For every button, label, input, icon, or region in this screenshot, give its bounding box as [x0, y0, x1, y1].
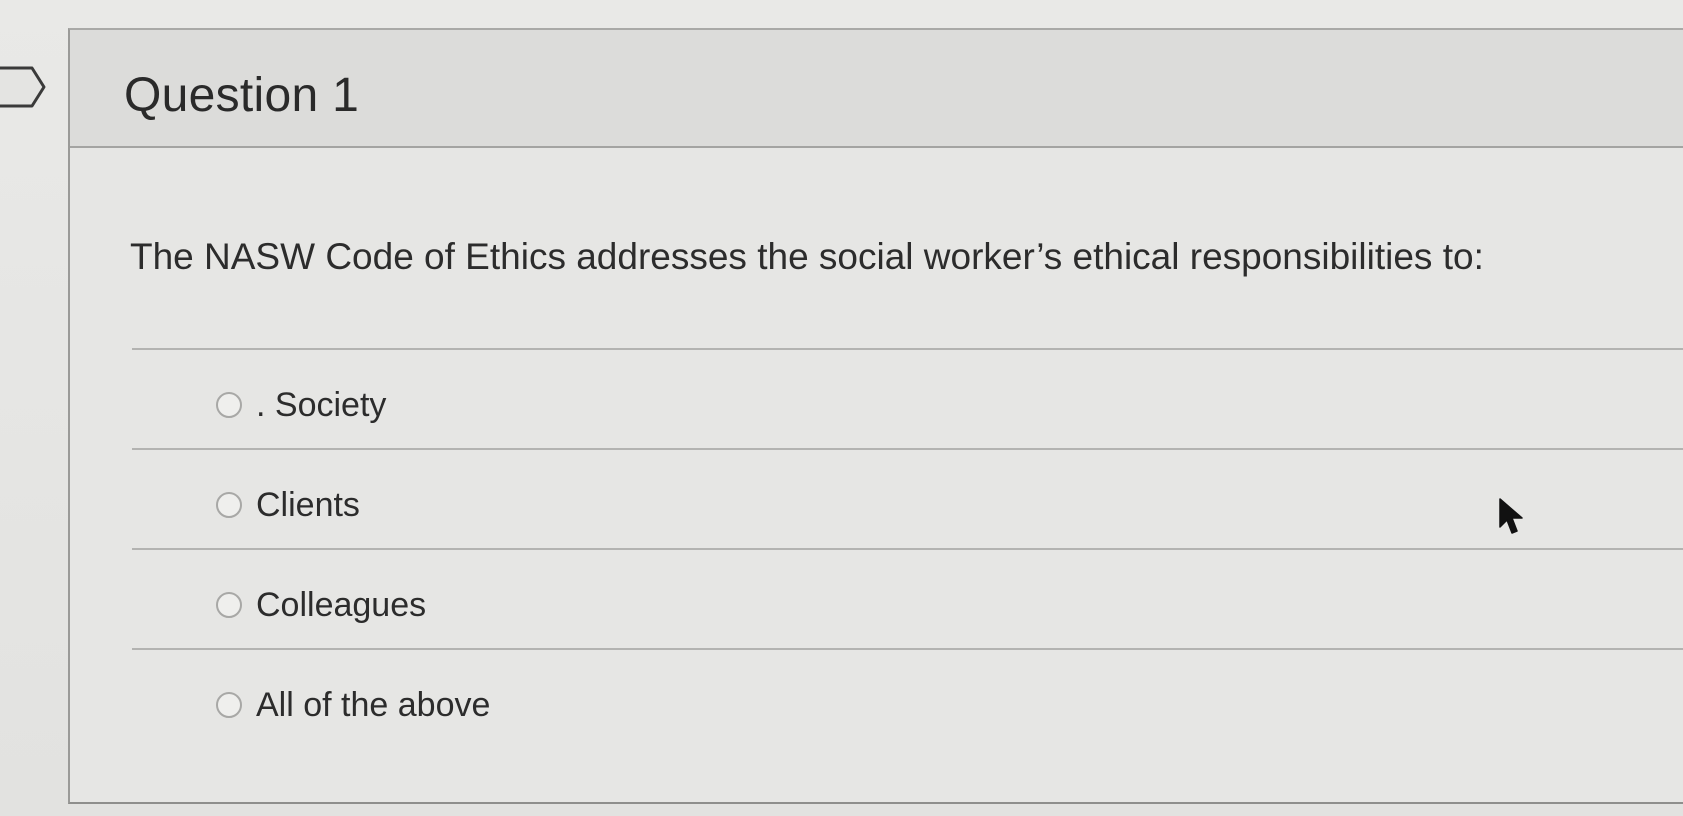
radio-unchecked-icon[interactable]: [216, 492, 242, 518]
answer-option-all-of-the-above[interactable]: All of the above: [132, 648, 1683, 748]
answer-option-clients[interactable]: Clients: [132, 448, 1683, 548]
answer-option-label[interactable]: . Society: [256, 386, 386, 425]
question-title: Question 1: [124, 69, 360, 122]
question-card: Question 1 The NASW Code of Ethics addre…: [68, 28, 1683, 804]
question-prompt: The NASW Code of Ethics addresses the so…: [130, 236, 1484, 277]
answer-option-label[interactable]: All of the above: [256, 686, 490, 725]
radio-unchecked-icon[interactable]: [216, 592, 242, 618]
flag-question-icon[interactable]: [0, 64, 48, 110]
answer-option-label[interactable]: Colleagues: [256, 586, 426, 625]
quiz-page: Question 1 The NASW Code of Ethics addre…: [0, 0, 1683, 816]
answer-options: . Society Clients Colleagues All of the …: [132, 348, 1683, 748]
radio-unchecked-icon[interactable]: [216, 692, 242, 718]
question-header: Question 1: [70, 30, 1683, 148]
mouse-pointer-icon: [1499, 498, 1523, 534]
answer-option-label[interactable]: Clients: [256, 486, 360, 525]
answer-option-society[interactable]: . Society: [132, 348, 1683, 448]
radio-unchecked-icon[interactable]: [216, 392, 242, 418]
answer-option-colleagues[interactable]: Colleagues: [132, 548, 1683, 648]
